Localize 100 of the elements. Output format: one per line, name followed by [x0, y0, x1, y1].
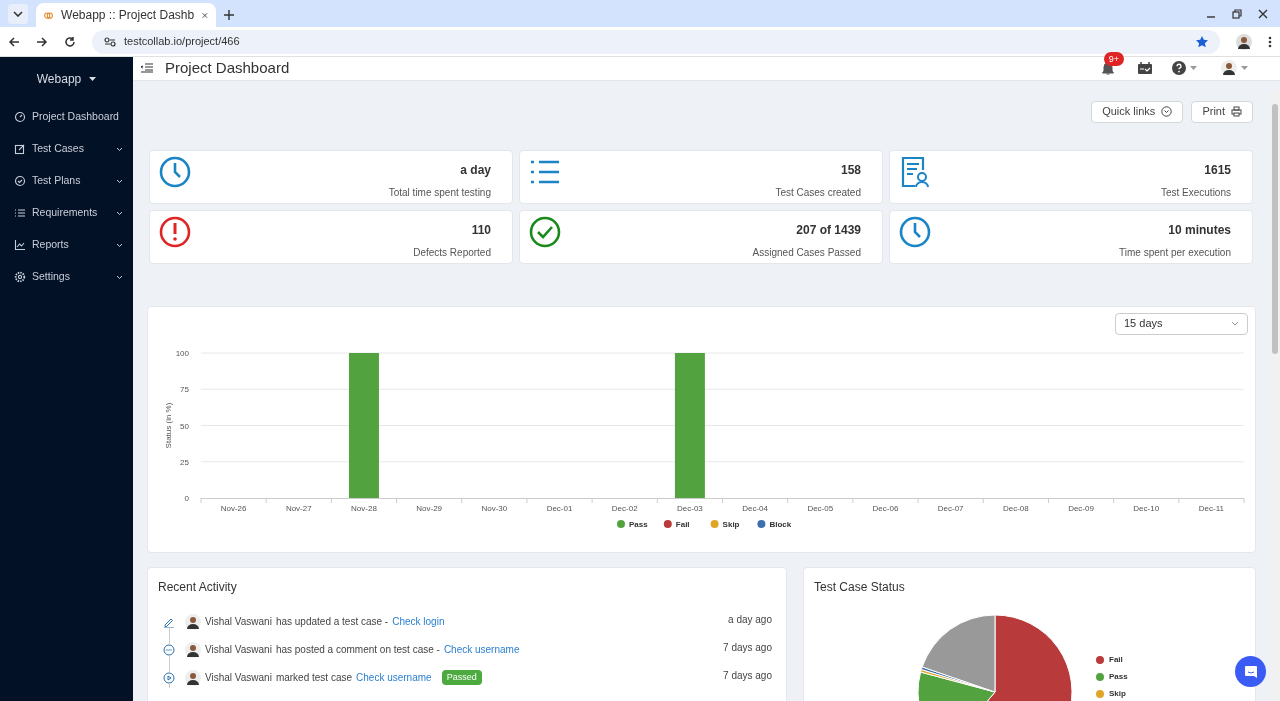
forward-icon[interactable]	[36, 35, 48, 48]
user-menu[interactable]	[1221, 60, 1248, 77]
axis-tick-label: 75	[180, 384, 189, 394]
chevron-icon	[116, 146, 123, 152]
axis-tick-label: Dec-08	[1002, 503, 1029, 513]
play-circle-icon	[163, 671, 175, 684]
list-icon	[14, 207, 26, 219]
chat-button[interactable]	[1235, 656, 1266, 687]
axis-tick-label: Dec-05	[807, 503, 834, 513]
chevron-icon	[116, 274, 123, 280]
printer-icon	[1231, 106, 1242, 117]
toolbar-button[interactable]: Quick links	[1091, 100, 1184, 123]
star-icon[interactable]	[1196, 35, 1208, 48]
axis-tick-label: Nov-29	[416, 503, 443, 513]
axis-tick-label: Dec-06	[872, 503, 899, 513]
sidebar-item[interactable]: Settings	[0, 261, 133, 293]
activity-text: has posted a comment on test case -	[275, 643, 440, 657]
legend-label: Skip	[722, 519, 740, 529]
axis-tick-label: Dec-03	[677, 503, 703, 513]
close-icon[interactable]	[1258, 9, 1268, 19]
axis-tick-label: Dec-04	[742, 503, 768, 513]
line-chart-icon	[14, 239, 26, 251]
new-tab-icon[interactable]	[224, 10, 234, 20]
caret-icon	[1241, 66, 1248, 71]
axis-tick-label: Dec-11	[1198, 503, 1224, 513]
toolbar-button[interactable]: Print	[1191, 100, 1253, 123]
stat-label: Total time spent testing	[388, 185, 491, 200]
legend-item[interactable]: Pass	[1096, 670, 1128, 683]
comment-icon	[163, 643, 175, 656]
legend-item[interactable]: Fail	[663, 519, 690, 529]
sidebar-item[interactable]: Requirements	[0, 197, 133, 229]
timestamp: 7 days ago	[723, 640, 772, 655]
chat-icon	[1243, 664, 1258, 679]
chevron-icon	[116, 178, 123, 184]
axis-title: Status (in %)	[164, 402, 173, 448]
stat-label: Defects Reported	[413, 245, 491, 260]
restore-icon[interactable]	[1232, 9, 1242, 19]
project-selector[interactable]: Webapp	[0, 57, 133, 101]
back-icon[interactable]	[8, 35, 20, 48]
check-circle-icon	[14, 175, 26, 187]
avatar-icon[interactable]	[1236, 33, 1252, 50]
card-title: Recent Activity	[158, 578, 237, 596]
legend-item[interactable]: Skip	[1096, 687, 1128, 700]
browser-tab[interactable]: Webapp :: Project Dashb	[36, 3, 216, 27]
axis-tick-label: Nov-27	[285, 503, 312, 513]
chevron-icon	[1231, 321, 1239, 326]
sidebar-item[interactable]: Test Cases	[0, 133, 133, 165]
tab-search-button[interactable]	[8, 4, 28, 24]
scrollbar[interactable]	[1270, 90, 1280, 701]
user-name: Vishal Vaswani	[205, 671, 272, 685]
page-title: Project Dashboard	[165, 58, 290, 78]
calendar-check-icon[interactable]	[1138, 62, 1152, 75]
status-badge: Passed	[441, 669, 482, 686]
stat-label: Time spent per execution	[1119, 245, 1231, 260]
bell-icon[interactable]	[1102, 61, 1114, 75]
test-case-link[interactable]: Check username	[443, 642, 520, 657]
legend-item[interactable]: Pass	[617, 519, 648, 529]
settings-icon	[14, 271, 26, 283]
user-name: Vishal Vaswani	[205, 643, 272, 657]
stat-value: a day	[460, 161, 491, 179]
sidebar-item[interactable]: Reports	[0, 229, 133, 261]
axis-tick-label: Nov-26	[220, 503, 247, 513]
axis-tick-label: 100	[175, 348, 189, 358]
range-dropdown[interactable]: 15 days	[1115, 312, 1248, 335]
caret-icon	[1190, 66, 1197, 71]
menu-icon[interactable]	[1268, 35, 1272, 48]
alert-icon	[159, 215, 191, 248]
avatar-icon	[1221, 60, 1237, 77]
check-circle-icon	[529, 215, 561, 248]
gauge-icon	[14, 111, 26, 123]
timestamp: a day ago	[728, 612, 772, 627]
address-bar[interactable]: testcollab.io/project/466	[92, 29, 1220, 54]
tab-title: Webapp :: Project Dashb	[61, 7, 195, 24]
legend-item[interactable]: Block	[757, 519, 792, 529]
axis-tick-label: Nov-28	[351, 503, 377, 513]
sidebar-item[interactable]: Project Dashboard	[0, 101, 133, 133]
site-settings-icon[interactable]	[104, 36, 116, 47]
legend-item[interactable]: Skip	[710, 519, 740, 529]
axis-tick-label: Dec-10	[1133, 503, 1160, 513]
chevron-icon	[116, 210, 123, 216]
stat-value: 158	[840, 161, 861, 179]
reload-icon[interactable]	[64, 35, 76, 48]
url-text: testcollab.io/project/466	[124, 34, 241, 50]
avatar-icon	[185, 669, 201, 686]
chevron-circle-icon	[1161, 106, 1173, 117]
legend-label: Block	[769, 519, 792, 529]
caret-icon	[89, 77, 97, 81]
caret-icon	[13, 11, 23, 17]
stat-value: 1615	[1204, 161, 1231, 179]
activity-text: has updated a test case -	[275, 615, 389, 629]
axis-tick-label: Nov-30	[481, 503, 508, 513]
legend-label: Pass	[629, 519, 649, 529]
test-case-link[interactable]: Check username	[356, 670, 432, 685]
sidebar-item[interactable]: Test Plans	[0, 165, 133, 197]
axis-tick-label: Dec-02	[611, 503, 638, 513]
avatar-icon	[185, 641, 201, 658]
clock-icon	[899, 215, 931, 248]
help-menu[interactable]	[1172, 61, 1197, 76]
legend-item[interactable]: Fail	[1096, 653, 1128, 666]
test-case-link[interactable]: Check login	[392, 614, 445, 629]
